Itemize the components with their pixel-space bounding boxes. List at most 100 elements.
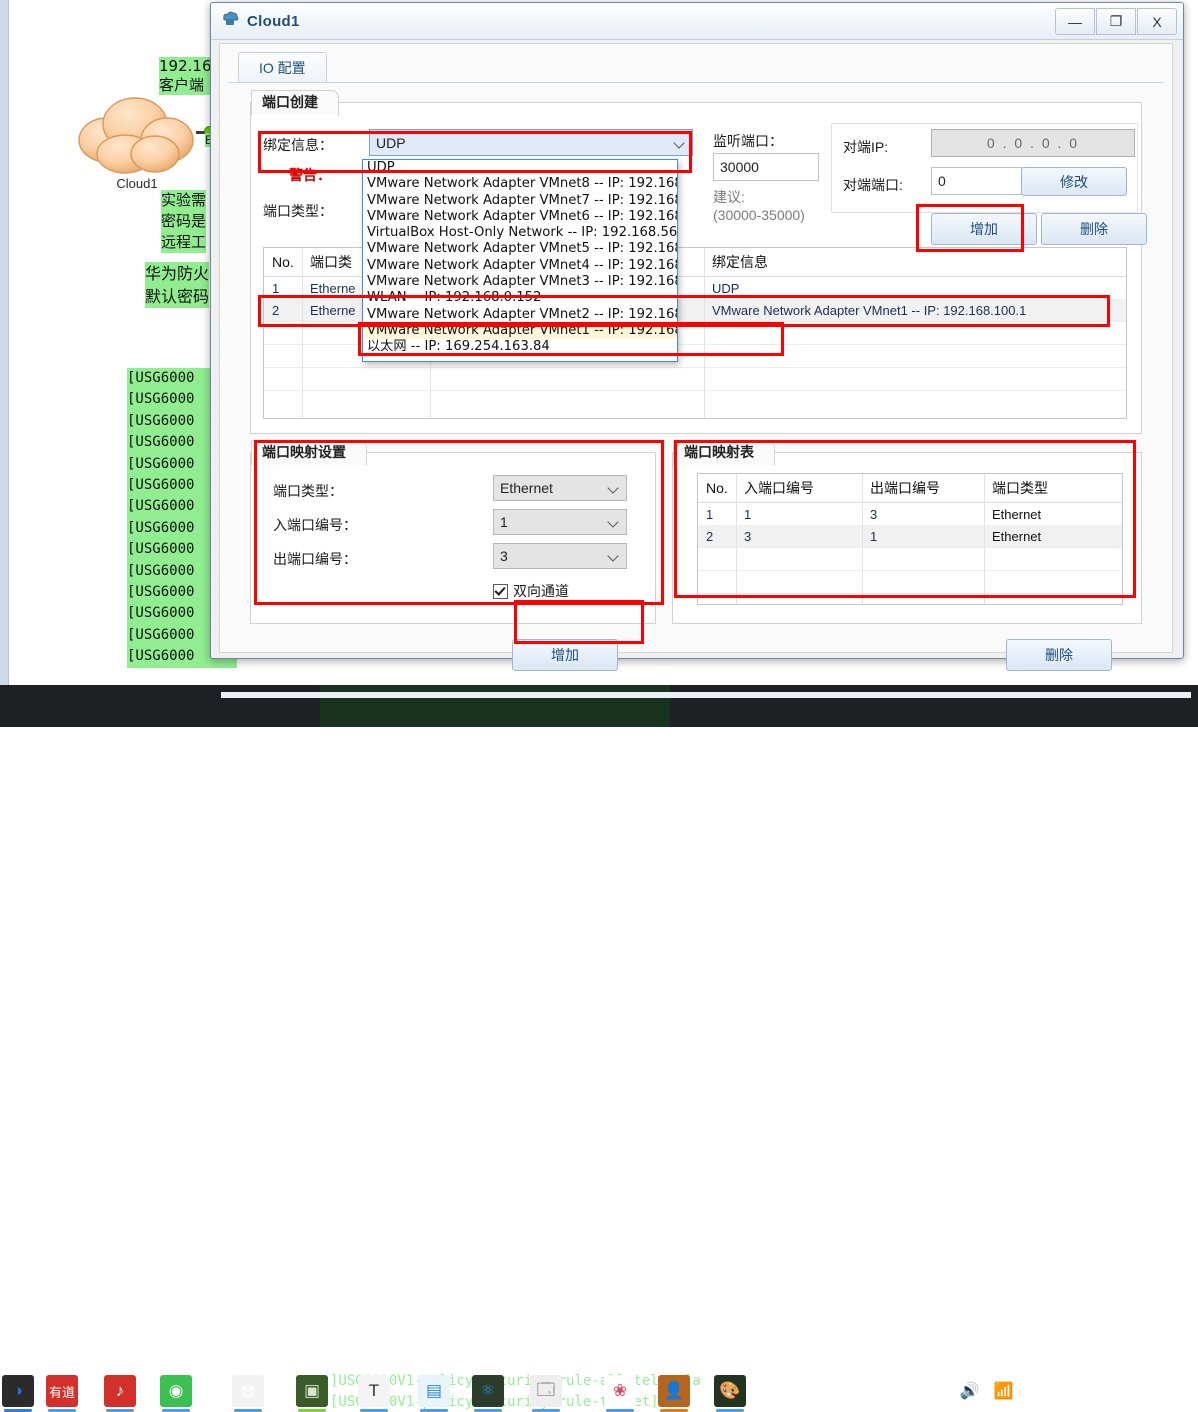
text-document-icon[interactable]: T [358,1375,390,1407]
peer-ip-input[interactable]: 0 . 0 . 0 . 0 [931,129,1135,157]
youdao-icon[interactable]: 有道 [46,1375,78,1407]
mapping-add-button[interactable]: 增加 [512,639,618,671]
close-button[interactable]: X [1137,8,1177,35]
wps-icon[interactable]: ❀ [604,1375,636,1407]
annotation-note-firewall: 华为防火 默认密码 [145,262,210,308]
show-hidden-icons-icon[interactable]: ∧ [934,1381,946,1401]
dropdown-option[interactable]: VMware Network Adapter VMnet5 -- IP: 192… [363,241,677,257]
listen-port-input[interactable]: 30000 [713,153,819,181]
warning-label: 警告： [289,167,331,183]
suggestion-range: (30000-35000) [713,207,805,223]
in-port-label: 入端口编号： [273,517,357,533]
out-port-value: 3 [500,548,508,564]
notifications-icon[interactable]: 🗨 [1028,1381,1048,1401]
bidirectional-checkbox[interactable]: 双向通道 [493,581,569,601]
cell-no: 1 [706,506,714,522]
ensp-icon[interactable]: ⚛ [472,1375,504,1407]
cloud-node-label: Cloud1 [116,176,158,191]
ime-language-icon[interactable]: 中 [1062,1379,1078,1403]
mapping-settings-group-title: 端口映射设置 [251,440,367,466]
folder-window-icon[interactable]: 🗔 [530,1375,562,1407]
mapping-port-type-value: Ethernet [500,480,553,496]
cell-port-type: Ethernet [992,506,1042,522]
col-port-type: 端口类型 [992,480,1048,496]
col-binding: 绑定信息 [712,254,768,270]
binding-info-value: UDP [376,134,406,151]
maximize-button[interactable]: ❐ [1096,8,1136,35]
mapping-port-type-combobox[interactable]: Ethernet [493,475,627,501]
cell-out-port: 3 [870,506,878,522]
dropdown-option[interactable]: VMware Network Adapter VMnet4 -- IP: 192… [363,258,677,274]
chevron-down-icon [608,516,620,528]
add-port-button[interactable]: 增加 [931,213,1037,245]
port-mapping-table-group: 端口映射表 No. 入端口编号 出端口编号 端口类型 1 1 3 Etherne… [672,440,1142,624]
dropdown-option[interactable]: VMware Network Adapter VMnet7 -- IP: 192… [363,193,677,209]
volume-icon[interactable]: 🔊 [960,1381,980,1401]
dropdown-option[interactable]: VMware Network Adapter VMnet1 -- IP: 192… [363,322,677,340]
binding-info-combobox[interactable]: UDP [369,129,693,156]
dialog-title: Cloud1 [247,12,300,30]
suggestion-label: 建议: [713,189,745,205]
dropdown-option[interactable]: VirtualBox Host-Only Network -- IP: 192.… [363,225,677,241]
dialog-titlebar[interactable]: Cloud1 — ❐ X [211,3,1183,40]
paint-icon[interactable]: 🎨 [714,1375,746,1407]
user-avatar-icon[interactable]: 👤 [658,1375,690,1407]
notepad-icon[interactable]: ▤ [418,1375,450,1407]
cell-in-port: 3 [744,528,752,544]
binding-info-label: 绑定信息： [263,137,333,153]
dropdown-option[interactable]: WLAN -- IP: 192.168.0.152 [363,290,677,306]
dropdown-option[interactable]: UDP [363,160,677,176]
chrome-icon[interactable]: ◍ [232,1375,264,1407]
peer-port-input[interactable]: 0 [931,167,1023,195]
cell-binding: VMware Network Adapter VMnet1 -- IP: 192… [712,302,1027,318]
window-controls[interactable]: — ❐ X [1054,8,1177,35]
mapping-table-group-title: 端口映射表 [673,440,775,466]
taskbar-clock[interactable]: 18:23 2020/2/10 [1134,1370,1190,1412]
netease-music-icon[interactable]: ♪ [104,1375,136,1407]
chevron-down-icon [608,550,620,562]
listen-port-value: 30000 [720,159,759,175]
network-wifi-icon[interactable]: 📶 [994,1381,1014,1401]
clock-time: 18:23 [1158,1376,1190,1390]
wechat-icon[interactable]: ◉ [160,1375,192,1407]
tab-underline [228,82,1164,83]
cell-no: 2 [272,302,280,318]
col-out-port: 出端口编号 [870,480,940,496]
dropdown-option[interactable]: 以太网 -- IP: 169.254.163.84 [363,339,677,355]
col-no: No. [706,480,728,496]
system-tray[interactable]: ∧ 🔊 📶 🗨 中 [934,1370,1078,1412]
col-no: No. [272,254,294,270]
delete-port-button[interactable]: 删除 [1041,213,1147,245]
dropdown-option[interactable]: VMware Network Adapter VMnet3 -- IP: 192… [363,274,677,290]
peer-port-label: 对端端口: [843,177,903,193]
binding-info-dropdown-list[interactable]: UDP VMware Network Adapter VMnet8 -- IP: … [362,159,678,362]
minimize-button[interactable]: — [1055,8,1095,35]
mapping-delete-button[interactable]: 删除 [1006,639,1112,671]
out-port-combobox[interactable]: 3 [493,543,627,569]
table-row[interactable]: 2 3 1 Ethernet [698,525,1122,547]
cell-port-type: Ethernet [992,528,1042,544]
browser-icon[interactable]: ◑ [2,1375,34,1407]
mapping-table-header: No. 入端口编号 出端口编号 端口类型 [698,474,1122,503]
mapping-port-type-label: 端口类型： [273,483,343,499]
port-create-group-title: 端口创建 [251,90,339,116]
dropdown-option[interactable]: VMware Network Adapter VMnet8 -- IP: 192… [363,176,677,192]
bidirectional-label: 双向通道 [513,583,569,599]
xshell-icon[interactable]: ▣ [296,1375,328,1407]
col-in-port: 入端口编号 [744,480,814,496]
in-port-value: 1 [500,514,508,530]
dropdown-option[interactable]: VMware Network Adapter VMnet6 -- IP: 192… [363,209,677,225]
checkbox-checked-icon [493,583,508,599]
cloud-config-dialog[interactable]: Cloud1 — ❐ X IO 配置 端口创建 绑定信息： 警告： 端口类型： … [210,2,1191,698]
modify-button[interactable]: 修改 [1021,167,1127,196]
annotation-note-experiment: 实验需 密码是 远程工 [161,190,207,253]
cell-out-port: 1 [870,528,878,544]
tabstrip[interactable]: IO 配置 [238,52,327,83]
listen-port-label: 监听端口： [713,133,783,149]
dropdown-option[interactable]: VMware Network Adapter VMnet2 -- IP: 192… [363,307,677,323]
mapping-table[interactable]: No. 入端口编号 出端口编号 端口类型 1 1 3 Ethernet 2 3 … [697,473,1123,605]
tab-io-config[interactable]: IO 配置 [238,52,327,83]
chevron-down-icon [674,137,686,149]
table-row[interactable]: 1 1 3 Ethernet [698,503,1122,525]
in-port-combobox[interactable]: 1 [493,509,627,535]
